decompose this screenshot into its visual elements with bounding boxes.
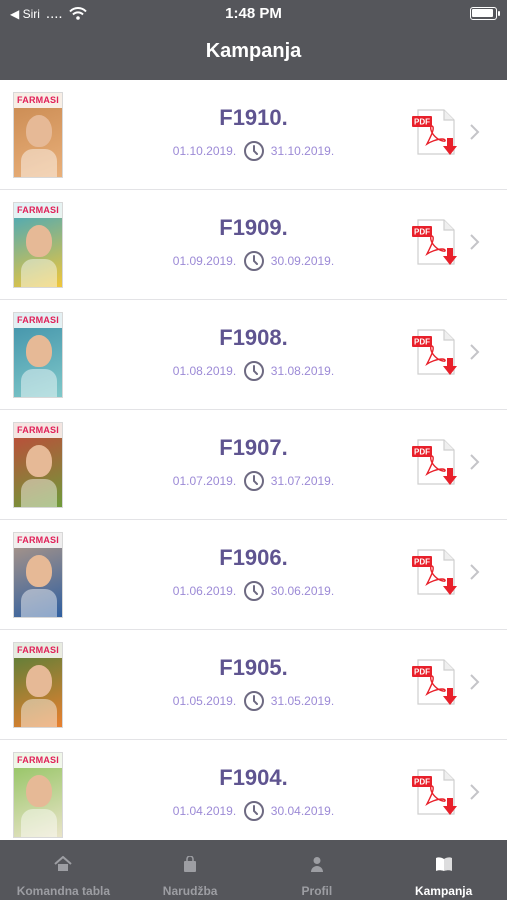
battery-icon [470, 7, 500, 20]
tab-label: Kampanja [414, 884, 473, 898]
tab-home[interactable]: Komandna tabla [0, 840, 127, 900]
chevron-right-icon[interactable] [468, 343, 480, 361]
campaign-start-date: 01.09.2019. [172, 254, 237, 268]
tab-label: Komandna tabla [16, 884, 111, 898]
campaign-row[interactable]: FARMASI F1904. 01.04.2019. 30.04.2019. P… [0, 740, 507, 840]
clock-icon [243, 581, 264, 601]
tab-bar: Komandna tabla Narudžba Profil Kampanja [0, 840, 507, 900]
tab-shopping-bag[interactable]: Narudžba [127, 840, 254, 900]
tab-label: Narudžba [162, 884, 218, 898]
pdf-download-icon[interactable]: PDF [410, 548, 460, 598]
chevron-right-icon[interactable] [468, 563, 480, 581]
campaign-end-date: 31.10.2019. [270, 144, 335, 158]
campaign-end-date: 31.07.2019. [270, 474, 335, 488]
status-time: 1:48 PM [225, 5, 282, 22]
pdf-download-icon[interactable]: PDF [410, 328, 460, 378]
chevron-right-icon[interactable] [468, 673, 480, 691]
clock-icon [243, 361, 264, 381]
pdf-download-icon[interactable]: PDF [410, 658, 460, 708]
clock-icon [243, 251, 264, 271]
pdf-download-icon[interactable]: PDF [410, 108, 460, 158]
pdf-badge-text: PDF [414, 778, 430, 787]
pdf-download-icon[interactable]: PDF [410, 218, 460, 268]
campaign-end-date: 31.08.2019. [270, 364, 335, 378]
page-title: Kampanja [205, 40, 302, 62]
pdf-download-icon[interactable]: PDF [410, 768, 460, 818]
campaign-row[interactable]: FARMASI F1910. 01.10.2019. 31.10.2019. P… [0, 80, 507, 190]
campaign-start-date: 01.10.2019. [172, 144, 237, 158]
tab-label: Profil [301, 884, 333, 898]
campaign-row[interactable]: FARMASI F1907. 01.07.2019. 31.07.2019. P… [0, 410, 507, 520]
pdf-badge-text: PDF [414, 668, 430, 677]
chevron-right-icon[interactable] [468, 783, 480, 801]
shopping-bag-icon [181, 855, 199, 872]
campaign-row[interactable]: FARMASI F1905. 01.05.2019. 31.05.2019. P… [0, 630, 507, 740]
tab-book[interactable]: Kampanja [380, 840, 507, 900]
campaign-list[interactable]: FARMASI F1910. 01.10.2019. 31.10.2019. P… [0, 80, 507, 840]
home-icon [54, 855, 73, 872]
pdf-download-icon[interactable]: PDF [410, 438, 460, 488]
pdf-badge-text: PDF [414, 118, 430, 127]
campaign-start-date: 01.04.2019. [172, 804, 237, 818]
navigation-bar: Kampanja [0, 28, 507, 80]
person-icon [308, 856, 326, 872]
status-bar: ◀ Siri .... 1:48 PM [0, 0, 507, 28]
clock-icon [243, 141, 264, 161]
campaign-end-date: 31.05.2019. [270, 694, 335, 708]
clock-icon [243, 471, 264, 491]
campaign-end-date: 30.04.2019. [270, 804, 335, 818]
tab-person[interactable]: Profil [254, 840, 381, 900]
campaign-row[interactable]: FARMASI F1906. 01.06.2019. 30.06.2019. P… [0, 520, 507, 630]
campaign-start-date: 01.06.2019. [172, 584, 237, 598]
clock-icon [243, 691, 264, 711]
campaign-end-date: 30.06.2019. [270, 584, 335, 598]
pdf-badge-text: PDF [414, 448, 430, 457]
chevron-right-icon[interactable] [468, 123, 480, 141]
campaign-row[interactable]: FARMASI F1908. 01.08.2019. 31.08.2019. P… [0, 300, 507, 410]
clock-icon [243, 801, 264, 821]
campaign-start-date: 01.05.2019. [172, 694, 237, 708]
campaign-start-date: 01.07.2019. [172, 474, 237, 488]
campaign-row[interactable]: FARMASI F1909. 01.09.2019. 30.09.2019. P… [0, 190, 507, 300]
pdf-badge-text: PDF [414, 338, 430, 347]
pdf-badge-text: PDF [414, 228, 430, 237]
campaign-end-date: 30.09.2019. [270, 254, 335, 268]
book-icon [435, 856, 453, 872]
chevron-right-icon[interactable] [468, 453, 480, 471]
campaign-start-date: 01.08.2019. [172, 364, 237, 378]
chevron-right-icon[interactable] [468, 233, 480, 251]
pdf-badge-text: PDF [414, 558, 430, 567]
